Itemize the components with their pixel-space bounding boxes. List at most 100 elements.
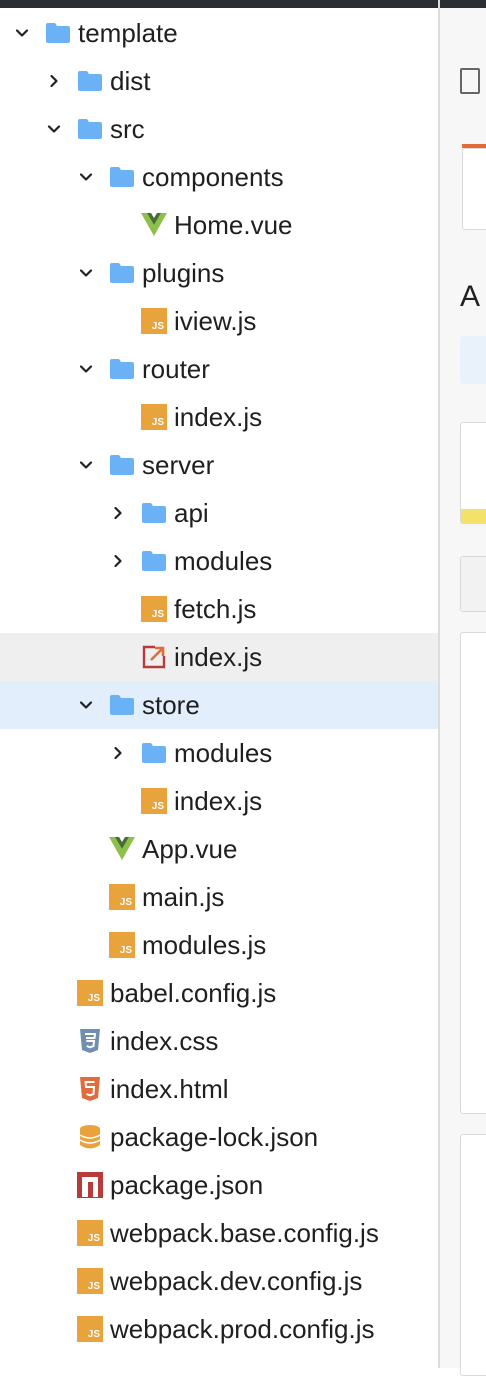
tree-item-label: webpack.base.config.js xyxy=(110,1218,379,1248)
tab-card[interactable] xyxy=(462,148,486,230)
folder-icon xyxy=(108,355,136,383)
tree-folder-row[interactable]: plugins xyxy=(0,249,438,297)
window-top-bar xyxy=(0,0,486,8)
tree-folder-row[interactable]: modules xyxy=(0,537,438,585)
tree-item-label: modules xyxy=(174,738,273,768)
tree-item-label: dist xyxy=(110,66,151,96)
tree-file-row[interactable]: JS index.js xyxy=(0,777,438,825)
tree-item-label: index.js xyxy=(174,402,263,432)
chevron-right-icon[interactable] xyxy=(44,71,64,91)
js-file-icon: JS xyxy=(108,931,136,959)
tree-file-row[interactable]: JS webpack.base.config.js xyxy=(0,1209,438,1257)
file-explorer-tree: template dist src components Home.vue plugins… xyxy=(0,8,438,1368)
tree-item-label: server xyxy=(142,450,215,480)
tree-item-label: template xyxy=(78,18,178,48)
tree-item-label: main.js xyxy=(142,882,225,912)
folder-icon xyxy=(140,499,168,527)
tree-folder-row[interactable]: dist xyxy=(0,57,438,105)
chevron-down-icon[interactable] xyxy=(76,455,96,475)
tree-folder-row[interactable]: store xyxy=(0,681,438,729)
chevron-down-icon[interactable] xyxy=(76,263,96,283)
folder-icon xyxy=(108,451,136,479)
folder-icon xyxy=(140,739,168,767)
warning-bar xyxy=(461,509,486,523)
tree-item-label: fetch.js xyxy=(174,594,257,624)
folder-icon xyxy=(108,691,136,719)
chevron-right-icon[interactable] xyxy=(108,743,128,763)
npm-icon xyxy=(76,1171,104,1199)
tree-folder-row[interactable]: server xyxy=(0,441,438,489)
tree-item-label: store xyxy=(142,690,200,720)
tree-item-label: api xyxy=(174,498,209,528)
tree-file-row[interactable]: JS main.js xyxy=(0,873,438,921)
chevron-down-icon[interactable] xyxy=(76,167,96,187)
tree-file-row[interactable]: JS iview.js xyxy=(0,297,438,345)
tree-item-label: modules.js xyxy=(142,930,267,960)
tree-file-row[interactable]: index.css xyxy=(0,1017,438,1065)
js-file-icon: JS xyxy=(140,307,168,335)
bottom-panel xyxy=(460,1134,486,1376)
database-icon xyxy=(76,1123,104,1151)
book-icon[interactable] xyxy=(460,68,480,94)
js-file-icon: JS xyxy=(140,403,168,431)
tree-folder-row[interactable]: router xyxy=(0,345,438,393)
js-file-icon: JS xyxy=(76,1267,104,1295)
vue-file-icon xyxy=(108,835,136,863)
tree-item-label: webpack.dev.config.js xyxy=(110,1266,363,1296)
heading-text: A xyxy=(460,280,481,313)
chevron-down-icon[interactable] xyxy=(76,695,96,715)
js-file-icon: JS xyxy=(76,1315,104,1343)
html-file-icon xyxy=(76,1075,104,1103)
tree-item-label: index.html xyxy=(110,1074,229,1104)
folder-icon xyxy=(76,67,104,95)
tree-item-label: babel.config.js xyxy=(110,978,277,1008)
tree-file-row[interactable]: JS babel.config.js xyxy=(0,969,438,1017)
tree-file-row[interactable]: App.vue xyxy=(0,825,438,873)
tree-file-row[interactable]: JS webpack.prod.config.js xyxy=(0,1305,438,1353)
js-file-icon: JS xyxy=(76,1219,104,1247)
css-file-icon xyxy=(76,1027,104,1055)
chevron-down-icon[interactable] xyxy=(44,119,64,139)
tree-folder-row[interactable]: components xyxy=(0,153,438,201)
toolbar-button[interactable] xyxy=(460,556,486,612)
js-file-icon: JS xyxy=(76,979,104,1007)
tree-item-label: index.js xyxy=(174,642,263,672)
vue-file-icon xyxy=(140,211,168,239)
tree-file-row[interactable]: package-lock.json xyxy=(0,1113,438,1161)
tree-file-row[interactable]: Home.vue xyxy=(0,201,438,249)
chevron-down-icon[interactable] xyxy=(76,359,96,379)
tree-item-label: plugins xyxy=(142,258,225,288)
tree-file-row[interactable]: JS index.js xyxy=(0,393,438,441)
folder-icon xyxy=(76,115,104,143)
tree-file-row[interactable]: index.js xyxy=(0,633,438,681)
tree-file-row[interactable]: JS modules.js xyxy=(0,921,438,969)
preview-card xyxy=(460,422,486,524)
editor-panel: A xyxy=(440,8,486,1376)
tree-item-label: router xyxy=(142,354,210,384)
tree-file-row[interactable]: index.html xyxy=(0,1065,438,1113)
js-file-icon: JS xyxy=(140,595,168,623)
tree-folder-row[interactable]: api xyxy=(0,489,438,537)
tree-item-label: package-lock.json xyxy=(110,1122,319,1152)
tree-file-row[interactable]: JS fetch.js xyxy=(0,585,438,633)
js-file-icon: JS xyxy=(140,787,168,815)
tree-item-label: modules xyxy=(174,546,273,576)
tree-folder-row[interactable]: modules xyxy=(0,729,438,777)
tree-item-label: iview.js xyxy=(174,306,257,336)
tree-file-row[interactable]: JS webpack.dev.config.js xyxy=(0,1257,438,1305)
js-file-icon: JS xyxy=(108,883,136,911)
tree-file-row[interactable]: package.json xyxy=(0,1161,438,1209)
chevron-down-icon[interactable] xyxy=(12,23,32,43)
tree-item-label: webpack.prod.config.js xyxy=(110,1314,375,1344)
folder-icon xyxy=(108,163,136,191)
chevron-right-icon[interactable] xyxy=(108,551,128,571)
chevron-right-icon[interactable] xyxy=(108,503,128,523)
file-list-panel xyxy=(460,632,486,1114)
tree-folder-row[interactable]: template xyxy=(0,9,438,57)
external-link-icon xyxy=(140,643,168,671)
folder-icon xyxy=(140,547,168,575)
tree-item-label: App.vue xyxy=(142,834,238,864)
tree-item-label: src xyxy=(110,114,145,144)
tree-item-label: index.js xyxy=(174,786,263,816)
tree-folder-row[interactable]: src xyxy=(0,105,438,153)
